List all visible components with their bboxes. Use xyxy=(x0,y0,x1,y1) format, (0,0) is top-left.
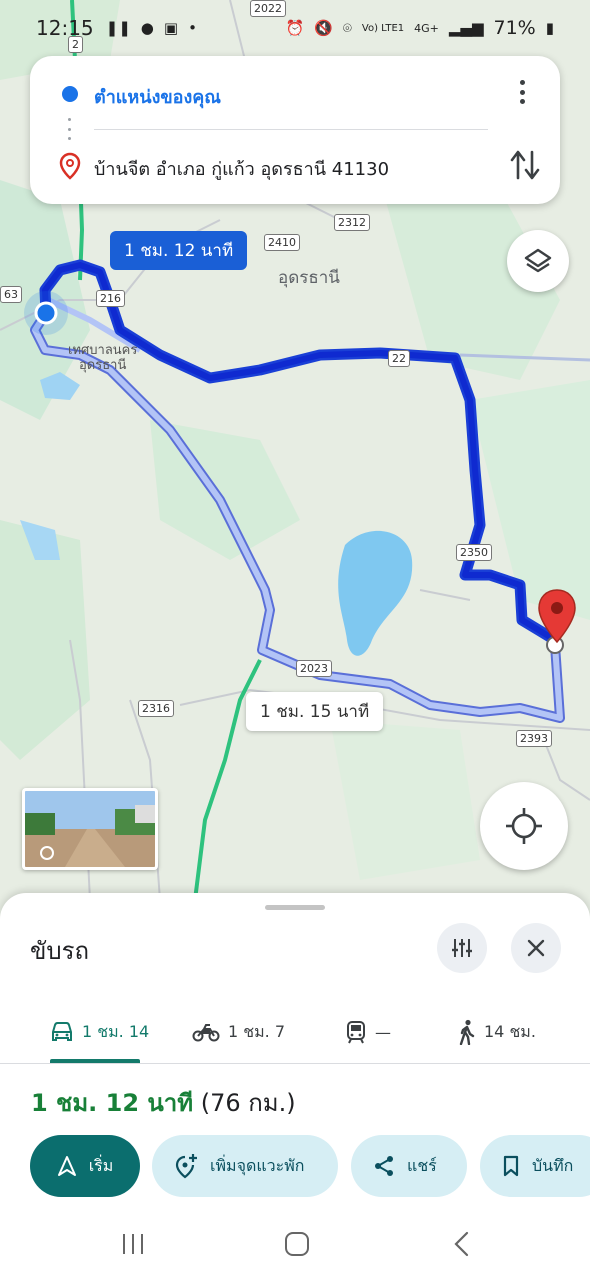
road-shield: 2350 xyxy=(456,544,492,561)
status-time: 12:15 xyxy=(36,16,94,40)
tab-walk-label: 14 ชม. xyxy=(484,1021,536,1041)
destination-pin-outline-icon xyxy=(59,152,81,180)
more-options-icon[interactable] xyxy=(510,78,534,106)
tab-drive-label: 1 ชม. 14 xyxy=(82,1021,150,1041)
travel-mode-tabs: 1 ชม. 14 1 ชม. 7 — 14 ชม. xyxy=(0,1003,590,1065)
tab-walk[interactable]: 14 ชม. xyxy=(458,1003,536,1061)
road-shield: 216 xyxy=(96,290,125,307)
status-bar: 12:15 ❚❚ ● ▣ • ⏰ 🔇 ⌾ Vo) LTE1 4G+ ▂▄▆ 71… xyxy=(0,0,590,56)
my-location-button[interactable] xyxy=(480,782,568,870)
tab-transit[interactable]: — xyxy=(345,1003,391,1061)
crosshair-icon xyxy=(506,808,542,844)
sheet-title: ขับรถ xyxy=(30,937,90,965)
route-alt-label[interactable]: 1 ชม. 15 นาที xyxy=(246,692,384,731)
line-app-icon: ● xyxy=(140,19,154,37)
gallery-icon: ▣ xyxy=(163,19,179,37)
route-summary: 1 ชม. 12 นาที (76 กม.) xyxy=(31,1083,296,1122)
destination-pin-icon xyxy=(538,589,576,644)
alarm-icon: ⏰ xyxy=(285,19,305,37)
signal-label: 4G+ xyxy=(414,21,439,35)
add-stop-label: เพิ่มจุดแวะพัก xyxy=(210,1155,305,1175)
system-nav-bar xyxy=(0,1223,590,1273)
municipality-label-line2: อุดรธานี xyxy=(79,358,127,373)
road-shield: 63 xyxy=(0,286,22,303)
route-distance: (76 กม.) xyxy=(200,1089,296,1117)
route-options-button[interactable] xyxy=(437,923,487,973)
sheet-drag-handle[interactable] xyxy=(265,905,325,910)
street-view-thumbnail[interactable] xyxy=(22,788,158,870)
road-shield: 2410 xyxy=(264,234,300,251)
close-icon xyxy=(527,939,545,957)
car-icon xyxy=(52,1022,72,1041)
recent-apps-icon[interactable] xyxy=(120,1231,146,1257)
location-icon: ⌾ xyxy=(342,19,352,37)
tab-motorcycle[interactable]: 1 ชม. 7 xyxy=(192,1003,285,1061)
route-dots-icon xyxy=(68,118,72,140)
tab-motorcycle-label: 1 ชม. 7 xyxy=(228,1021,286,1041)
save-label: บันทึก xyxy=(532,1155,574,1175)
road-shield: 2023 xyxy=(296,660,332,677)
swap-directions-icon[interactable] xyxy=(510,148,540,182)
destination-text[interactable]: บ้านจีต อำเภอ กู่แก้ว อุดรธานี 41130 xyxy=(94,154,389,183)
directions-sheet: ขับรถ 1 ชม. 14 1 ชม. 7 — 14 ชม. 1 ชม. 12… xyxy=(0,893,590,1280)
mute-icon: 🔇 xyxy=(314,19,333,37)
battery-level: 71% xyxy=(493,17,536,39)
share-label: แชร์ xyxy=(407,1155,437,1175)
municipality-label-line1: เทศบาลนคร xyxy=(68,343,138,358)
bookmark-icon xyxy=(503,1155,519,1177)
tab-transit-label: — xyxy=(375,1022,391,1042)
origin-text[interactable]: ตำแหน่งของคุณ xyxy=(94,82,221,111)
add-stop-button[interactable]: เพิ่มจุดแวะพัก xyxy=(152,1135,338,1197)
share-icon xyxy=(375,1156,393,1176)
more-notifications-icon: • xyxy=(188,19,197,37)
action-buttons: เริ่ม เพิ่มจุดแวะพัก แชร์ บันทึก xyxy=(0,1135,590,1197)
road-shield: 2312 xyxy=(334,214,370,231)
start-label: เริ่ม xyxy=(88,1155,114,1175)
network-label: Vo) LTE1 xyxy=(361,22,405,34)
signal-bars-icon: ▂▄▆ xyxy=(448,19,484,37)
pause-icon: ❚❚ xyxy=(105,19,131,37)
navigation-arrow-icon xyxy=(57,1156,76,1176)
tab-drive[interactable]: 1 ชม. 14 xyxy=(50,1003,149,1061)
road-shield: 2393 xyxy=(516,730,552,747)
save-button[interactable]: บันทึก xyxy=(480,1135,590,1197)
street-view-image xyxy=(25,791,155,867)
divider xyxy=(94,129,488,130)
route-primary-label[interactable]: 1 ชม. 12 นาที xyxy=(110,231,248,270)
route-duration: 1 ชม. 12 นาที xyxy=(31,1089,194,1117)
home-icon[interactable] xyxy=(284,1231,310,1257)
divider xyxy=(0,1063,590,1064)
battery-icon: ▮ xyxy=(545,19,554,37)
layers-button[interactable] xyxy=(507,230,569,292)
road-shield: 2316 xyxy=(138,700,174,717)
motorcycle-icon xyxy=(192,1024,220,1042)
system-icons: ⏰ 🔇 ⌾ Vo) LTE1 4G+ ▂▄▆ 71% ▮ xyxy=(286,17,555,39)
train-icon xyxy=(347,1021,365,1044)
destination-row[interactable]: บ้านจีต อำเภอ กู่แก้ว อุดรธานี 41130 xyxy=(30,146,470,186)
tune-icon xyxy=(452,939,472,957)
close-button[interactable] xyxy=(511,923,561,973)
start-button[interactable]: เริ่ม xyxy=(30,1135,140,1197)
back-icon[interactable] xyxy=(452,1231,472,1257)
directions-card: ตำแหน่งของคุณ บ้านจีต อำเภอ กู่แก้ว อุดร… xyxy=(30,56,560,204)
municipality-label: เทศบาลนคร อุดรธานี xyxy=(68,343,137,373)
road-shield: 22 xyxy=(388,350,410,367)
layers-icon xyxy=(524,248,552,273)
city-label: อุดรธานี xyxy=(278,268,340,288)
walk-icon xyxy=(459,1019,475,1045)
share-button[interactable]: แชร์ xyxy=(351,1135,467,1197)
add-location-icon xyxy=(175,1154,197,1179)
origin-dot-icon xyxy=(62,86,78,102)
notification-icons: ❚❚ ● ▣ • xyxy=(106,19,197,37)
origin-row[interactable]: ตำแหน่งของคุณ xyxy=(30,74,470,114)
